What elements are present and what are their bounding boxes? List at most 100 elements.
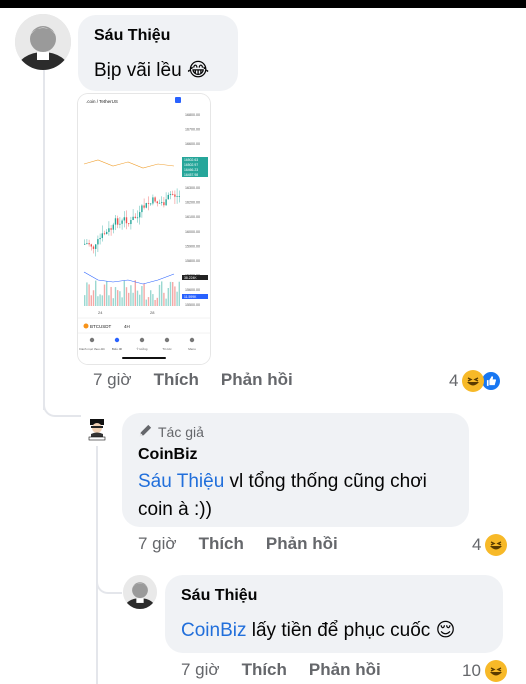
author-badge-label: Tác giả	[158, 424, 204, 440]
price-tick-label: 16600.00	[185, 142, 200, 146]
comment-text-content: Bịp vãi lều	[94, 60, 182, 81]
thread-line	[43, 70, 45, 410]
mention-link[interactable]: CoinBiz	[181, 620, 246, 641]
reaction-summary[interactable]: 10	[462, 660, 507, 682]
haha-reaction-icon	[462, 370, 485, 392]
mention-link[interactable]: Sáu Thiệu	[138, 471, 224, 492]
candle-body	[90, 244, 92, 247]
candle-body	[147, 203, 150, 204]
volume-bar	[167, 287, 169, 306]
comment-actions: 7 giờ Thích Phản hồi	[181, 660, 403, 680]
reply-button[interactable]: Phản hồi	[309, 660, 381, 680]
volume-bar	[143, 283, 145, 306]
thread-elbow-2	[96, 572, 122, 594]
price-tag-label: 38.224K	[184, 276, 197, 280]
volume-bar	[92, 290, 95, 306]
price-tick-label: 15900.00	[185, 244, 200, 248]
volume-bar	[101, 295, 103, 306]
candle-body	[152, 197, 154, 204]
attached-chart-image[interactable]: .coin / TetherUS 16800.00 16700.00 16600.00…	[78, 94, 210, 364]
comment-author[interactable]: Sáu Thiệu	[181, 587, 257, 605]
volume-bar	[158, 284, 161, 306]
candle-body	[163, 202, 165, 206]
price-tick-label: 15500.00	[185, 303, 200, 307]
nav-icon	[164, 337, 170, 343]
like-button[interactable]: Thích	[154, 370, 199, 390]
candle-body	[117, 218, 119, 225]
nav-label: Biểu đồ	[112, 347, 123, 351]
price-tag-label: 16466.23	[184, 168, 198, 172]
volume-bar	[84, 295, 86, 306]
price-tag-label: 16502.97	[184, 163, 198, 167]
volume-bar	[125, 287, 128, 306]
nav-icon	[189, 337, 195, 343]
reaction-summary[interactable]: 4	[449, 370, 503, 392]
volume-bar	[97, 296, 99, 306]
reaction-count: 10	[462, 661, 481, 680]
volume-bar	[88, 284, 90, 306]
volume-bar	[130, 285, 132, 306]
candle-body	[145, 203, 147, 208]
reaction-count: 4	[449, 371, 459, 390]
price-tick-label: 16000.00	[185, 230, 200, 234]
volume-bar	[176, 291, 178, 306]
avatar[interactable]	[15, 14, 71, 70]
chart-canvas: .coin / TetherUS 16800.00 16700.00 16600.00…	[78, 94, 210, 364]
volume-bar	[169, 281, 172, 306]
reply-button[interactable]: Phản hồi	[221, 370, 293, 390]
avatar[interactable]	[85, 417, 109, 441]
candle-body	[84, 243, 86, 245]
nav-icon	[114, 337, 120, 343]
nav-label: Tin tức	[162, 347, 172, 351]
comment-time[interactable]: 7 giờ	[93, 370, 132, 390]
candle-body	[176, 196, 178, 197]
volume-bar	[136, 290, 139, 306]
comment-author[interactable]: CoinBiz	[138, 446, 198, 464]
like-button[interactable]: Thích	[242, 660, 287, 680]
reply-button[interactable]: Phản hồi	[266, 534, 338, 554]
candle-body	[88, 243, 90, 245]
btc-icon	[83, 323, 89, 329]
reaction-summary[interactable]: 4	[472, 534, 508, 556]
volume-bar	[154, 299, 156, 306]
nav-label: Ý tưởng	[137, 347, 148, 351]
reaction-count: 4	[472, 535, 482, 554]
volume-bar	[117, 290, 119, 306]
comment-author[interactable]: Sáu Thiệu	[94, 27, 170, 45]
nav-label: Menu	[188, 347, 196, 351]
volume-bar	[174, 286, 176, 306]
candle-body	[178, 196, 180, 197]
status-bar	[0, 0, 526, 8]
haha-reaction-icon	[484, 660, 507, 682]
candle-body	[156, 201, 158, 204]
comment-time[interactable]: 7 giờ	[138, 534, 177, 554]
candle-body	[158, 202, 161, 204]
comment-actions: 7 giờ Thích Phản hồi	[138, 534, 360, 554]
avatar[interactable]	[123, 575, 157, 609]
comment-time[interactable]: 7 giờ	[181, 660, 220, 680]
comment-text: Bịp vãi lều 😂	[94, 57, 209, 85]
candle-body	[125, 217, 128, 224]
home-indicator	[122, 357, 166, 359]
candle-body	[110, 228, 112, 230]
time-tick-label: 28	[150, 310, 155, 315]
candle-body	[130, 220, 132, 225]
volume-bar	[86, 282, 88, 306]
candle-body	[123, 217, 125, 221]
volume-bar	[121, 297, 123, 306]
volume-bar	[123, 280, 125, 306]
volume-bar	[161, 281, 163, 306]
candle-body	[169, 194, 172, 195]
haha-reaction-icon	[485, 534, 508, 556]
volume-bar	[163, 292, 165, 306]
candle-body	[143, 205, 145, 208]
volume-bar	[112, 298, 114, 306]
volume-bar	[156, 297, 158, 306]
candle-body	[132, 216, 134, 221]
laughing-emoji: 😂	[186, 60, 210, 81]
price-tick-label: 15600.00	[185, 288, 200, 292]
like-button[interactable]: Thích	[199, 534, 244, 554]
author-badge: Tác giả	[138, 423, 204, 441]
candle-body	[161, 202, 163, 204]
volume-bar	[147, 297, 150, 306]
